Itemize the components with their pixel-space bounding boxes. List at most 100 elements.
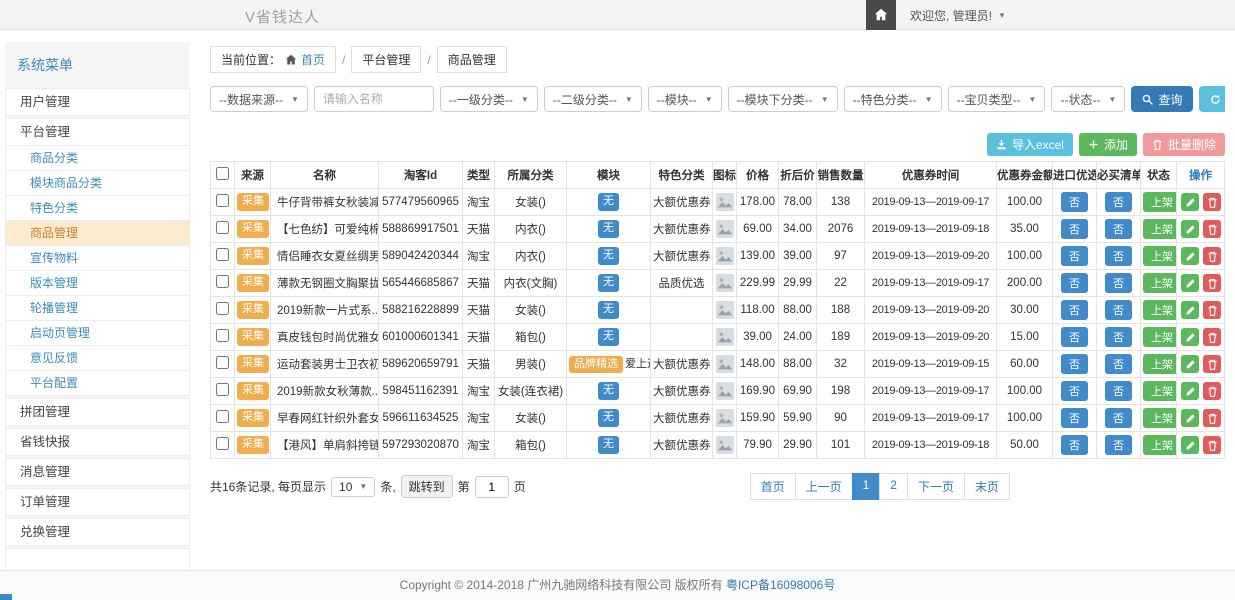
- add-button[interactable]: 添加: [1079, 133, 1137, 156]
- sidebar-item[interactable]: 拼团管理: [5, 398, 190, 426]
- import-select-button[interactable]: 否: [1061, 219, 1088, 239]
- edit-button[interactable]: [1181, 274, 1199, 292]
- import-select-button[interactable]: 否: [1061, 273, 1088, 293]
- home-button[interactable]: [866, 0, 896, 30]
- status-button[interactable]: 上架: [1143, 354, 1177, 374]
- row-checkbox[interactable]: [216, 248, 229, 261]
- delete-button[interactable]: [1203, 355, 1221, 373]
- must-buy-button[interactable]: 否: [1105, 381, 1132, 401]
- sidebar-item[interactable]: 平台配置: [5, 370, 190, 396]
- filter-select[interactable]: --数据来源--▼: [210, 86, 308, 112]
- import-excel-button[interactable]: 导入excel: [987, 133, 1073, 156]
- row-checkbox[interactable]: [216, 437, 229, 450]
- sidebar-item[interactable]: 模块商品分类: [5, 170, 190, 196]
- breadcrumb-item-products[interactable]: 商品管理: [437, 46, 507, 73]
- sidebar-item[interactable]: 商品分类: [5, 145, 190, 171]
- status-button[interactable]: 上架: [1143, 327, 1177, 347]
- reset-button[interactable]: 重置: [1199, 86, 1225, 112]
- edit-button[interactable]: [1181, 382, 1199, 400]
- must-buy-button[interactable]: 否: [1105, 192, 1132, 212]
- import-select-button[interactable]: 否: [1061, 300, 1088, 320]
- page-button[interactable]: 2: [879, 473, 908, 500]
- delete-button[interactable]: [1203, 301, 1221, 319]
- edit-button[interactable]: [1181, 436, 1199, 454]
- sidebar-item[interactable]: 特色分类: [5, 195, 190, 221]
- sidebar-item[interactable]: 用户管理: [5, 88, 190, 116]
- must-buy-button[interactable]: 否: [1105, 300, 1132, 320]
- page-number-input[interactable]: [475, 476, 509, 498]
- batch-delete-button[interactable]: 批量删除: [1143, 133, 1225, 156]
- edit-button[interactable]: [1181, 409, 1199, 427]
- sidebar-item[interactable]: 平台管理: [5, 118, 190, 146]
- import-select-button[interactable]: 否: [1061, 408, 1088, 428]
- delete-button[interactable]: [1203, 220, 1221, 238]
- edit-button[interactable]: [1181, 301, 1199, 319]
- edit-button[interactable]: [1181, 328, 1199, 346]
- import-select-button[interactable]: 否: [1061, 246, 1088, 266]
- delete-button[interactable]: [1203, 247, 1221, 265]
- status-button[interactable]: 上架: [1143, 381, 1177, 401]
- import-select-button[interactable]: 否: [1061, 192, 1088, 212]
- page-button[interactable]: 上一页: [795, 473, 853, 500]
- row-checkbox[interactable]: [216, 302, 229, 315]
- row-checkbox[interactable]: [216, 275, 229, 288]
- sidebar-item[interactable]: 省钱快报: [5, 428, 190, 456]
- page-button[interactable]: 末页: [964, 473, 1010, 500]
- edit-button[interactable]: [1181, 247, 1199, 265]
- sidebar-item[interactable]: 启动页管理: [5, 320, 190, 346]
- breadcrumb-home-link[interactable]: 首页: [301, 51, 325, 68]
- sidebar-item[interactable]: 意见反馈: [5, 345, 190, 371]
- delete-button[interactable]: [1203, 436, 1221, 454]
- must-buy-button[interactable]: 否: [1105, 219, 1132, 239]
- must-buy-button[interactable]: 否: [1105, 408, 1132, 428]
- page-button[interactable]: 下一页: [907, 473, 965, 500]
- sidebar-item[interactable]: 版本管理: [5, 270, 190, 296]
- must-buy-button[interactable]: 否: [1105, 354, 1132, 374]
- sidebar-item[interactable]: 商品管理: [5, 220, 190, 246]
- import-select-button[interactable]: 否: [1061, 354, 1088, 374]
- row-checkbox[interactable]: [216, 194, 229, 207]
- row-checkbox[interactable]: [216, 221, 229, 234]
- row-checkbox[interactable]: [216, 410, 229, 423]
- page-button[interactable]: 1: [852, 473, 881, 500]
- must-buy-button[interactable]: 否: [1105, 273, 1132, 293]
- status-button[interactable]: 上架: [1143, 246, 1177, 266]
- filter-select[interactable]: --宝贝类型--▼: [948, 86, 1046, 112]
- search-button[interactable]: 查询: [1131, 86, 1193, 112]
- must-buy-button[interactable]: 否: [1105, 435, 1132, 455]
- sidebar-item[interactable]: 订单管理: [5, 488, 190, 516]
- filter-select[interactable]: --模块--▼: [648, 86, 722, 112]
- select-all-checkbox[interactable]: [216, 167, 229, 180]
- sidebar-item[interactable]: 兑换管理: [5, 518, 190, 546]
- user-menu[interactable]: 欢迎您, 管理员! ▼: [896, 0, 1020, 30]
- sidebar-item[interactable]: 轮播管理: [5, 295, 190, 321]
- delete-button[interactable]: [1203, 328, 1221, 346]
- row-checkbox[interactable]: [216, 356, 229, 369]
- status-button[interactable]: 上架: [1143, 435, 1177, 455]
- filter-select[interactable]: --状态--▼: [1051, 86, 1125, 112]
- delete-button[interactable]: [1203, 193, 1221, 211]
- icp-link[interactable]: 粤ICP备16098006号: [726, 578, 835, 592]
- must-buy-button[interactable]: 否: [1105, 327, 1132, 347]
- import-select-button[interactable]: 否: [1061, 381, 1088, 401]
- sidebar-item[interactable]: 消息管理: [5, 458, 190, 486]
- edit-button[interactable]: [1181, 355, 1199, 373]
- name-filter-input[interactable]: [314, 86, 434, 112]
- filter-select[interactable]: --一级分类--▼: [440, 86, 538, 112]
- status-button[interactable]: 上架: [1143, 408, 1177, 428]
- filter-select[interactable]: --模块下分类--▼: [728, 86, 838, 112]
- status-button[interactable]: 上架: [1143, 219, 1177, 239]
- status-button[interactable]: 上架: [1143, 192, 1177, 212]
- row-checkbox[interactable]: [216, 329, 229, 342]
- page-button[interactable]: 首页: [750, 473, 796, 500]
- import-select-button[interactable]: 否: [1061, 327, 1088, 347]
- per-page-select[interactable]: 10 ▼: [331, 477, 375, 497]
- delete-button[interactable]: [1203, 409, 1221, 427]
- jump-button[interactable]: 跳转到: [401, 475, 453, 498]
- row-checkbox[interactable]: [216, 383, 229, 396]
- status-button[interactable]: 上架: [1143, 300, 1177, 320]
- status-button[interactable]: 上架: [1143, 273, 1177, 293]
- must-buy-button[interactable]: 否: [1105, 246, 1132, 266]
- delete-button[interactable]: [1203, 274, 1221, 292]
- sidebar-item[interactable]: 宣传物料: [5, 245, 190, 271]
